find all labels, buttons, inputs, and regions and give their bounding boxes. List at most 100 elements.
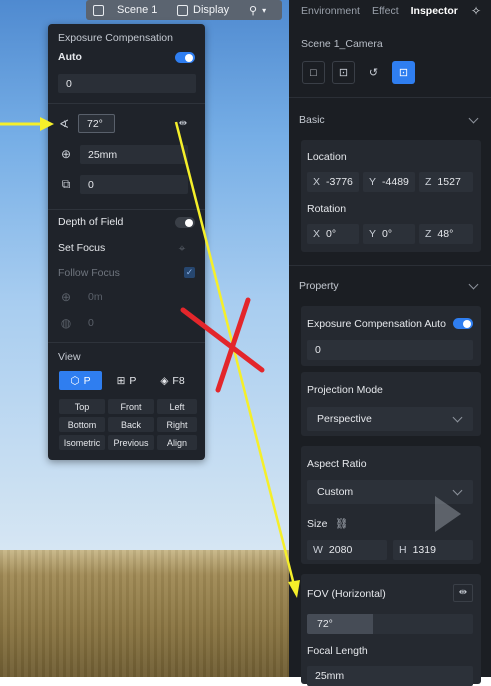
reset-icon[interactable]: ↺	[362, 61, 385, 84]
fov-slider[interactable]: 72°	[307, 614, 473, 634]
location-z-field[interactable]: Z 1527	[419, 172, 473, 192]
view-back-button[interactable]: Back	[108, 417, 154, 432]
fov-width-icon[interactable]: ⇹	[453, 584, 473, 602]
grid-icon: ⊞	[116, 374, 126, 387]
display-label: Display	[193, 4, 230, 16]
axis-h-label: H	[399, 544, 407, 556]
aperture-value: 0	[88, 317, 94, 329]
tab-environment[interactable]: Environment	[301, 5, 360, 17]
view-front-button[interactable]: Front	[108, 399, 154, 414]
fov-field[interactable]: 72°	[78, 114, 115, 133]
aperture-icon: ◍	[60, 316, 72, 330]
depth-of-field-toggle[interactable]	[175, 217, 195, 228]
object-header-section: Scene 1_Camera □ ⊡ ↺ ⊡	[289, 22, 491, 98]
exposure-auto-label: Auto	[58, 51, 82, 63]
focus-target-icon[interactable]: ⌖	[176, 242, 188, 254]
view-grid-button[interactable]: ⊞ P	[105, 371, 148, 390]
view-f8-label: F8	[172, 374, 185, 387]
tab-effect[interactable]: Effect	[372, 5, 399, 17]
display-button[interactable]: Display	[170, 0, 250, 20]
view-perspective-label: P	[83, 374, 91, 387]
set-focus-label: Set Focus	[58, 242, 106, 254]
chevron-down-icon	[452, 485, 463, 496]
camera-settings-popup: Exposure Compensation Auto 0 ∢ 72° ⇹ ⊕ 2…	[48, 24, 205, 460]
fov-card: FOV (Horizontal) ⇹ 72° Focal Length 25mm	[301, 574, 481, 686]
camera-view-icon[interactable]: ⊡	[392, 61, 415, 84]
follow-focus-label: Follow Focus	[58, 267, 120, 279]
rotation-y-value: 0°	[382, 228, 393, 240]
inspector-panel: Environment Effect Inspector ✧ Scene 1_C…	[289, 0, 491, 686]
view-title: View	[58, 351, 81, 363]
fov-angle-icon: ∢	[58, 117, 70, 131]
object-box-icon[interactable]: □	[302, 61, 325, 84]
location-label: Location	[307, 151, 347, 163]
transform-card: Location X -3776 Y -4489 Z 1527 Rotation X0…	[301, 140, 481, 252]
exposure-value-field[interactable]: 0	[307, 340, 473, 360]
basic-title: Basic	[299, 114, 325, 126]
view-top-button[interactable]: Top	[59, 399, 105, 414]
property-title: Property	[299, 280, 339, 292]
projection-mode-select[interactable]: Perspective	[307, 407, 473, 431]
location-x-field[interactable]: X -3776	[307, 172, 359, 192]
projection-mode-label: Projection Mode	[307, 384, 383, 396]
projection-mode-value: Perspective	[317, 413, 372, 425]
exposure-auto-label: Exposure Compensation Auto	[307, 318, 446, 330]
focal-length-field[interactable]: 25mm	[307, 666, 473, 686]
rotation-x-field[interactable]: X 0°	[307, 224, 359, 244]
lens-section: ∢ 72° ⇹ ⊕ 25mm ⧉ 0	[48, 104, 205, 210]
fov-width-icon[interactable]: ⇹	[177, 118, 189, 130]
property-chevron-icon[interactable]	[468, 279, 479, 290]
rotation-label: Rotation	[307, 203, 347, 215]
follow-focus-checkbox[interactable]: ✓	[184, 267, 195, 278]
view-grid-label: P	[129, 374, 137, 387]
view-previous-button[interactable]: Previous	[108, 435, 154, 450]
basic-chevron-icon[interactable]	[468, 113, 479, 124]
exposure-value-field[interactable]: 0	[58, 74, 196, 93]
location-y-value: -4489	[382, 176, 409, 188]
projection-card: Projection Mode Perspective	[301, 372, 481, 436]
sensor-icon: ⧉	[61, 177, 71, 191]
scene-selector-button[interactable]: Scene 1	[86, 0, 178, 20]
axis-y-label: Y	[369, 176, 377, 188]
axis-x-label: X	[313, 228, 321, 240]
tab-inspector[interactable]: Inspector	[411, 5, 458, 17]
size-height-value: 1319	[412, 544, 436, 556]
location-y-field[interactable]: Y -4489	[363, 172, 415, 192]
view-left-button[interactable]: Left	[157, 399, 197, 414]
rotation-x-value: 0°	[326, 228, 337, 240]
size-width-field[interactable]: W 2080	[307, 540, 387, 560]
fov-label: FOV (Horizontal)	[307, 588, 386, 600]
size-height-field[interactable]: H 1319	[393, 540, 473, 560]
sparkle-icon[interactable]: ✧	[471, 4, 481, 18]
sensor-field[interactable]: 0	[80, 175, 188, 194]
axis-z-label: Z	[425, 176, 432, 188]
exposure-title: Exposure Compensation	[58, 32, 173, 44]
view-section: View ⬡ P ⊞ P ◈ F8 Top Front Left Bottom …	[48, 343, 205, 460]
camera-mode-dropdown[interactable]: ⚲ ▾	[242, 0, 282, 20]
exposure-card: Exposure Compensation Auto 0	[301, 306, 481, 366]
view-f8-button[interactable]: ◈ F8	[151, 371, 194, 390]
view-isometric-button[interactable]: Isometric	[59, 435, 105, 450]
exposure-auto-toggle[interactable]	[453, 318, 473, 329]
rotation-z-value: 48°	[437, 228, 454, 240]
play-overlay-icon[interactable]	[435, 496, 461, 532]
view-align-button[interactable]: Align	[157, 435, 197, 450]
aspect-ratio-value: Custom	[317, 486, 354, 498]
view-right-button[interactable]: Right	[157, 417, 197, 432]
scene-icon	[93, 4, 104, 16]
focal-length-label: Focal Length	[307, 645, 368, 657]
rotation-z-field[interactable]: Z 48°	[419, 224, 473, 244]
view-bottom-button[interactable]: Bottom	[59, 417, 105, 432]
object-focus-icon[interactable]: ⊡	[332, 61, 355, 84]
diamond-icon: ◈	[160, 374, 169, 387]
fov-slider-value: 72°	[317, 618, 333, 630]
link-icon[interactable]: ⛓	[335, 517, 348, 530]
camera-mode-icon: ⚲	[249, 4, 258, 17]
rotation-y-field[interactable]: Y 0°	[363, 224, 415, 244]
view-perspective-button[interactable]: ⬡ P	[59, 371, 102, 390]
exposure-auto-toggle[interactable]	[175, 52, 195, 63]
viewport-ground[interactable]	[0, 550, 289, 677]
focal-length-field[interactable]: 25mm	[80, 145, 188, 164]
focus-distance-icon: ⊕	[60, 290, 72, 304]
exposure-section: Exposure Compensation Auto 0	[48, 24, 205, 104]
